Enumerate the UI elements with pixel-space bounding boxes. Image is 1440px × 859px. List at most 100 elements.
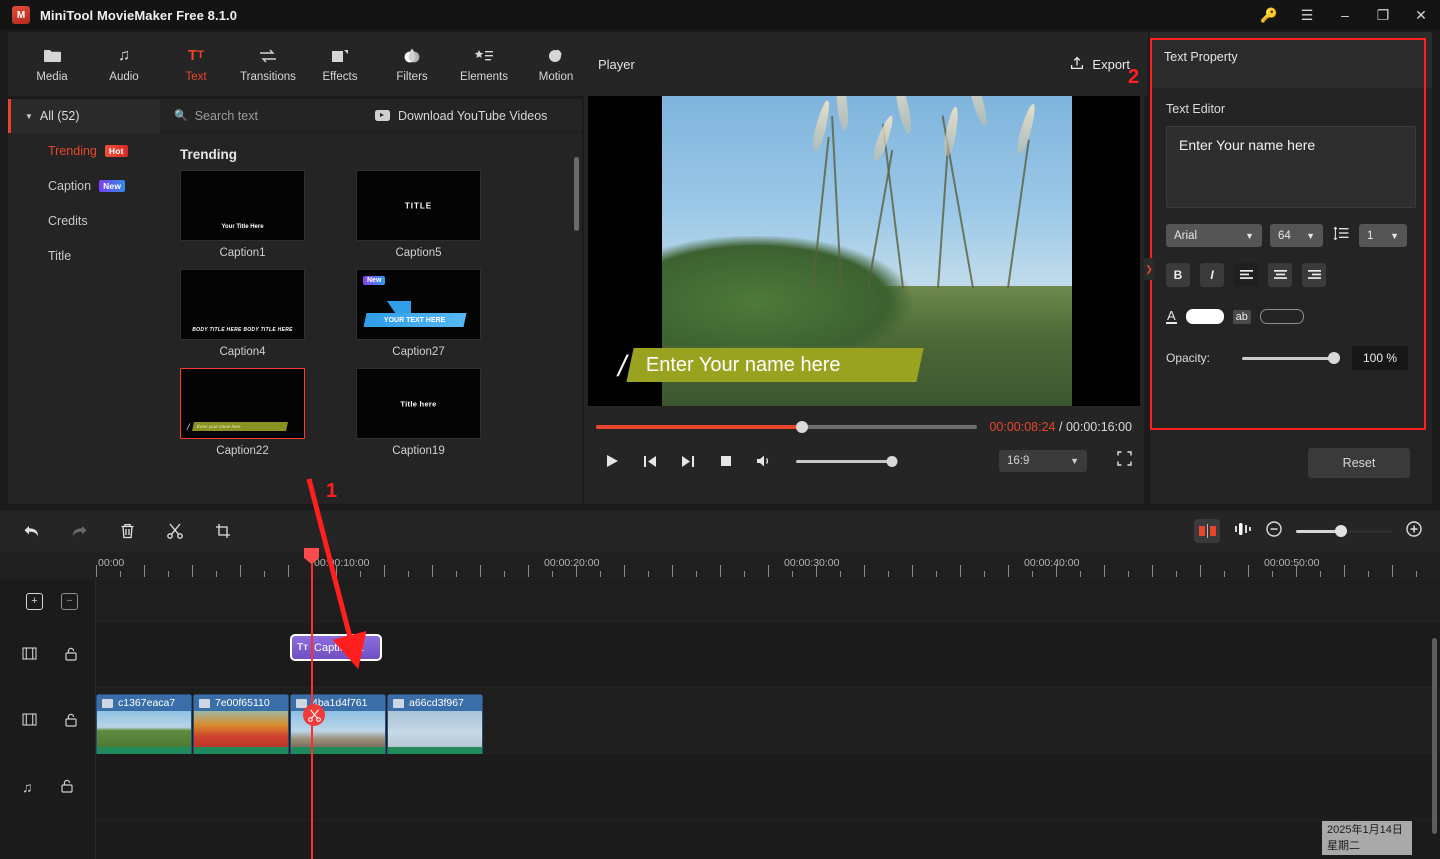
timeline-text-clip[interactable]: Tт Caption22 (290, 634, 382, 661)
delete-button[interactable] (110, 514, 144, 548)
volume-slider[interactable] (796, 455, 898, 467)
sidebar-item-title[interactable]: Title (8, 238, 160, 273)
unlock-icon[interactable] (65, 713, 77, 730)
restore-icon[interactable]: ❐ (1364, 0, 1402, 30)
tab-transitions[interactable]: Transitions (232, 34, 304, 94)
volume-handle[interactable] (886, 455, 898, 467)
sidebar-item-credits[interactable]: Credits (8, 203, 160, 238)
player-controls: 00:00:08:24 / 00:00:16:00 16:9 ▼ (584, 406, 1144, 472)
zoom-handle[interactable] (1335, 525, 1348, 537)
next-frame-button[interactable] (678, 451, 698, 471)
template-thumbnail: BODY TITLE HERE BODY TITLE HERE (180, 269, 305, 340)
prev-frame-button[interactable] (640, 451, 660, 471)
caption-overlay[interactable]: Enter Your name here (626, 348, 924, 382)
tab-audio[interactable]: ♫ Audio (88, 34, 160, 94)
chevron-right-icon[interactable]: ❯ (1144, 258, 1154, 280)
export-button[interactable]: Export (1070, 56, 1130, 73)
template-thumbnail: New YOUR TEXT HERE (356, 269, 481, 340)
lane-video[interactable]: c1367eaca7 7e00f65110 4ba1d4f761 a66cd3f… (96, 688, 1440, 776)
close-icon[interactable]: ✕ (1402, 0, 1440, 30)
template-scroll-area[interactable]: Trending Your Title Here Caption1 TITLE … (160, 133, 582, 505)
sidebar-item-trending[interactable]: Trending Hot (8, 133, 160, 168)
minimize-icon[interactable]: ‒ (1326, 0, 1364, 30)
text-color-swatch[interactable] (1185, 309, 1224, 324)
clip-titlebar: c1367eaca7 (97, 695, 191, 711)
split-button[interactable] (158, 514, 192, 548)
sidebar-item-caption[interactable]: Caption New (8, 168, 160, 203)
aspect-ratio-select[interactable]: 16:9 ▼ (999, 450, 1087, 472)
redo-button[interactable] (62, 514, 96, 548)
player-stage[interactable]: / Enter Your name here (588, 96, 1140, 406)
remove-track-icon[interactable]: − (58, 589, 78, 610)
template-caption22[interactable]: / Enter your name here Caption22 (180, 368, 305, 457)
tab-text[interactable]: TT Text (160, 34, 232, 94)
split-red-icon[interactable] (1194, 519, 1220, 543)
bold-button[interactable]: B (1166, 263, 1190, 287)
line-spacing-icon[interactable] (1331, 226, 1351, 245)
lane-audio[interactable] (96, 754, 1440, 820)
new-ribbon-badge: New (363, 276, 386, 285)
zoom-out-icon[interactable] (1266, 521, 1282, 541)
tab-elements[interactable]: Elements (448, 34, 520, 94)
italic-button[interactable]: I (1200, 263, 1224, 287)
tab-media[interactable]: Media (16, 34, 88, 94)
template-caption27[interactable]: New YOUR TEXT HERE Caption27 (356, 269, 481, 358)
clip-titlebar: a66cd3f967 (388, 695, 482, 711)
play-button[interactable] (602, 451, 622, 471)
outline-color-swatch[interactable] (1259, 309, 1304, 324)
crop-button[interactable] (206, 514, 240, 548)
export-label: Export (1092, 56, 1130, 72)
tab-filters[interactable]: Filters (376, 34, 448, 94)
download-youtube-videos-button[interactable]: Download YouTube Videos (375, 109, 547, 123)
stop-button[interactable] (716, 451, 736, 471)
font-row: Arial ▼ 64 ▼ 1 ▼ (1166, 224, 1416, 247)
timeline-lanes: Tт Caption22 c1367eaca7 7e00f65110 4ba1d… (96, 580, 1440, 859)
tab-effects[interactable]: Effects (304, 34, 376, 94)
font-size-select[interactable]: 64 ▼ (1270, 224, 1323, 247)
volume-button[interactable] (754, 451, 774, 471)
template-caption19[interactable]: Title here Caption19 (356, 368, 481, 457)
opacity-value[interactable]: 100 % (1352, 346, 1408, 370)
seek-fill (596, 425, 802, 429)
seek-handle[interactable] (795, 421, 808, 433)
opacity-slider[interactable] (1242, 352, 1340, 364)
tab-motion[interactable]: Motion (520, 34, 592, 94)
zoom-slider[interactable] (1296, 525, 1392, 537)
scissors-marker-icon[interactable] (303, 704, 325, 726)
fullscreen-icon[interactable] (1117, 451, 1132, 471)
template-caption5[interactable]: TITLE Caption5 (356, 170, 481, 259)
unlock-icon[interactable] (60, 779, 73, 796)
template-scrollbar[interactable] (574, 157, 579, 231)
search-input[interactable]: 🔍 Search text (160, 109, 375, 123)
clip-name: 7e00f65110 (215, 697, 270, 709)
motion-circle-icon (547, 46, 565, 66)
player-panel: Player Export / Enter Your name here 00:… (584, 32, 1144, 504)
unlock-icon[interactable] (65, 647, 77, 664)
track-header-audio[interactable]: ♫ (0, 754, 95, 820)
hamburger-menu-icon[interactable]: ☰ (1288, 0, 1326, 30)
template-caption1[interactable]: Your Title Here Caption1 (180, 170, 305, 259)
seek-slider[interactable] (596, 421, 978, 433)
line-spacing-select[interactable]: 1 ▼ (1359, 224, 1407, 247)
waveform-icon[interactable] (1234, 522, 1252, 541)
track-header-video[interactable] (0, 688, 95, 754)
opacity-handle[interactable] (1328, 352, 1340, 364)
align-center-button[interactable] (1268, 263, 1292, 287)
text-editor-input[interactable]: Enter Your name here (1166, 126, 1416, 208)
zoom-in-icon[interactable] (1406, 521, 1422, 541)
track-header-text[interactable] (0, 622, 95, 688)
font-family-select[interactable]: Arial ▼ (1166, 224, 1262, 247)
align-right-button[interactable] (1302, 263, 1326, 287)
template-caption4[interactable]: BODY TITLE HERE BODY TITLE HERE Caption4 (180, 269, 305, 358)
timeline-ruler[interactable]: 00:00 00:00:10:00 00:00:20:00 00:00:30:0… (0, 552, 1440, 580)
lane-text[interactable]: Tт Caption22 (96, 622, 1440, 688)
undo-button[interactable] (14, 514, 48, 548)
key-icon[interactable]: 🔑 (1250, 0, 1288, 30)
reset-button[interactable]: Reset (1308, 448, 1410, 478)
align-left-button[interactable] (1234, 263, 1258, 287)
sidebar-item-all[interactable]: ▼ All (52) (8, 99, 160, 133)
ribbon-bar-shape: YOUR TEXT HERE (363, 313, 467, 327)
new-badge: New (99, 179, 126, 192)
timeline-scrollbar[interactable] (1432, 638, 1437, 834)
add-track-icon[interactable]: + (23, 589, 43, 610)
